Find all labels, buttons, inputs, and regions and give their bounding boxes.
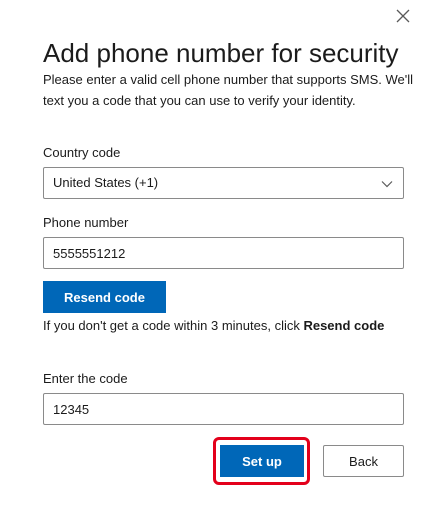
resend-hint: If you don't get a code within 3 minutes… bbox=[43, 315, 403, 336]
phone-number-label: Phone number bbox=[43, 215, 129, 230]
back-button[interactable]: Back bbox=[323, 445, 404, 477]
enter-code-label: Enter the code bbox=[43, 371, 128, 386]
close-icon bbox=[396, 9, 410, 23]
chevron-down-icon bbox=[381, 181, 393, 188]
country-code-select[interactable]: United States (+1) bbox=[43, 167, 404, 199]
add-phone-dialog: Add phone number for security Please ent… bbox=[0, 0, 442, 512]
phone-number-input[interactable] bbox=[43, 237, 404, 269]
close-button[interactable] bbox=[393, 6, 413, 26]
resend-hint-text: If you don't get a code within 3 minutes… bbox=[43, 318, 304, 333]
set-up-button[interactable]: Set up bbox=[220, 445, 304, 477]
country-code-label: Country code bbox=[43, 145, 121, 160]
resend-code-button[interactable]: Resend code bbox=[43, 281, 166, 313]
dialog-title: Add phone number for security bbox=[43, 38, 399, 68]
dialog-description: Please enter a valid cell phone number t… bbox=[43, 72, 414, 108]
resend-hint-bold: Resend code bbox=[303, 318, 385, 333]
verification-code-input[interactable] bbox=[43, 393, 404, 425]
country-code-value: United States (+1) bbox=[53, 175, 159, 190]
